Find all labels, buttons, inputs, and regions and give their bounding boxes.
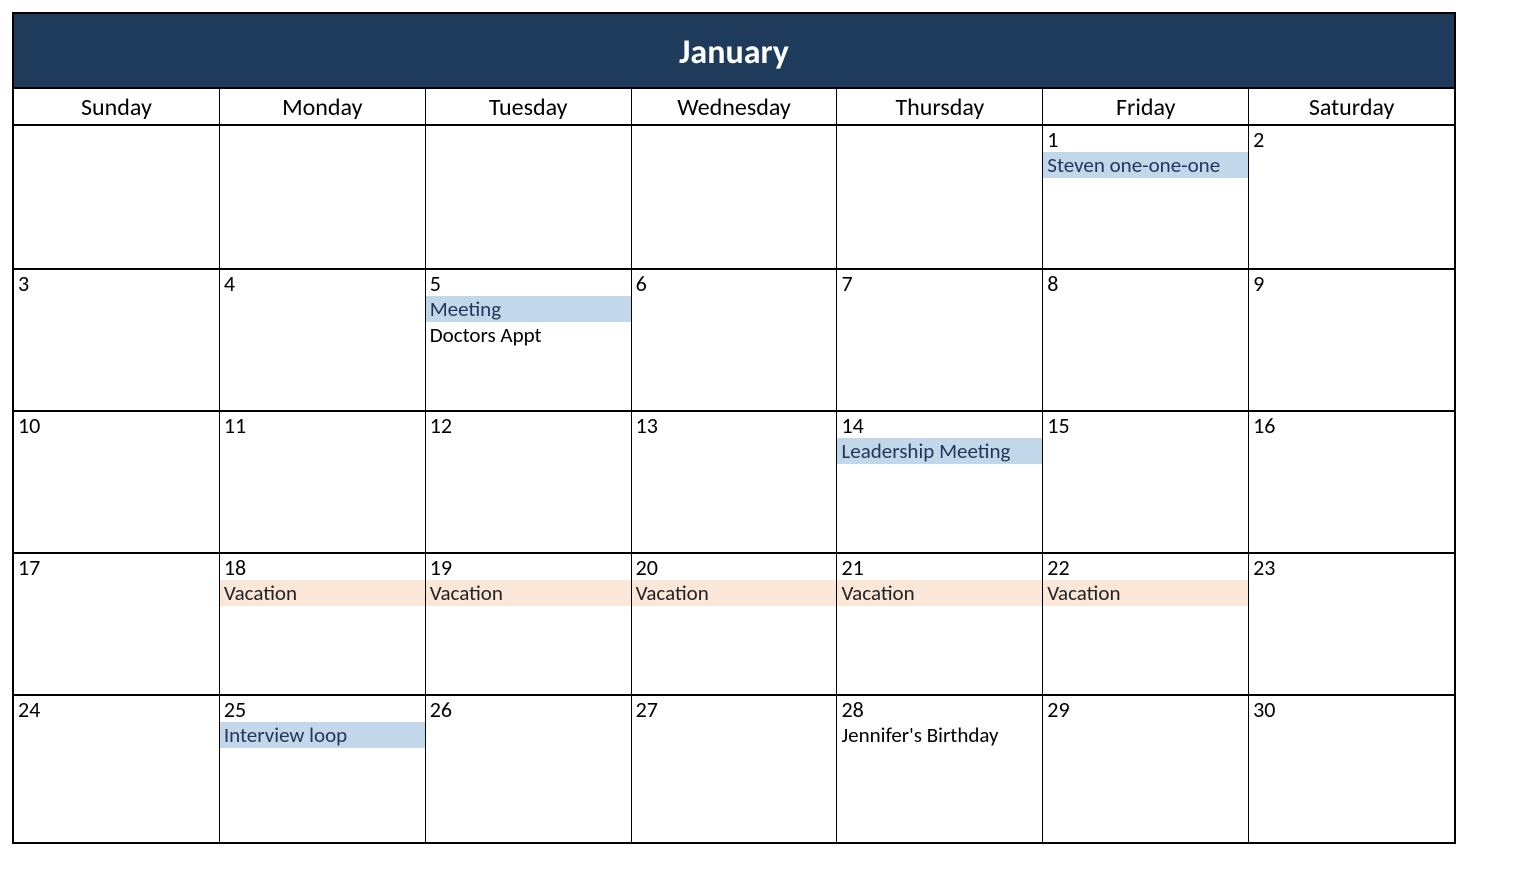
day-number: 9 [1249,270,1454,296]
day-cell[interactable]: 25Interview loop [220,696,426,842]
day-number: 1 [1043,126,1248,152]
week-row: 1718Vacation19Vacation20Vacation21Vacati… [14,554,1454,696]
day-number: 26 [426,696,631,722]
day-cell[interactable]: 19Vacation [426,554,632,694]
day-cell[interactable]: 3 [14,270,220,410]
day-cell[interactable]: 16 [1249,412,1454,552]
weekday-header: Sunday [14,89,220,124]
day-cell[interactable]: 10 [14,412,220,552]
calendar-event[interactable]: Vacation [220,580,425,606]
day-number: 8 [1043,270,1248,296]
day-cell[interactable]: 2 [1249,126,1454,268]
day-number [426,126,631,128]
day-cell[interactable]: 29 [1043,696,1249,842]
day-number [632,126,837,128]
day-cell[interactable]: 22Vacation [1043,554,1249,694]
calendar-body: 1Steven one-one-one2345MeetingDoctors Ap… [14,126,1454,842]
day-cell[interactable]: 8 [1043,270,1249,410]
day-number: 20 [632,554,837,580]
day-number: 16 [1249,412,1454,438]
day-cell[interactable] [14,126,220,268]
day-number: 3 [14,270,219,296]
day-number [220,126,425,128]
day-number: 27 [632,696,837,722]
weekday-header: Friday [1043,89,1249,124]
weekday-header: Tuesday [426,89,632,124]
day-cell[interactable] [426,126,632,268]
day-cell[interactable]: 27 [632,696,838,842]
day-number: 25 [220,696,425,722]
calendar-event[interactable]: Vacation [426,580,631,606]
day-cell[interactable]: 23 [1249,554,1454,694]
day-cell[interactable]: 7 [837,270,1043,410]
weekday-header: Wednesday [632,89,838,124]
calendar-event[interactable]: Leadership Meeting [837,438,1042,464]
day-number: 22 [1043,554,1248,580]
day-cell[interactable]: 13 [632,412,838,552]
day-cell[interactable] [837,126,1043,268]
day-cell[interactable]: 5MeetingDoctors Appt [426,270,632,410]
day-cell[interactable]: 18Vacation [220,554,426,694]
week-row: 2425Interview loop262728Jennifer's Birth… [14,696,1454,842]
day-number: 15 [1043,412,1248,438]
calendar: January Sunday Monday Tuesday Wednesday … [12,12,1456,844]
day-cell[interactable]: 21Vacation [837,554,1043,694]
day-cell[interactable]: 4 [220,270,426,410]
day-number: 13 [632,412,837,438]
day-number: 30 [1249,696,1454,722]
day-cell[interactable]: 30 [1249,696,1454,842]
week-row: 1011121314Leadership Meeting1516 [14,412,1454,554]
day-cell[interactable] [632,126,838,268]
day-number: 12 [426,412,631,438]
week-row: 345MeetingDoctors Appt6789 [14,270,1454,412]
month-title: January [14,14,1454,89]
calendar-event[interactable]: Meeting [426,296,631,322]
day-cell[interactable]: 9 [1249,270,1454,410]
calendar-event[interactable]: Jennifer's Birthday [837,722,1042,748]
calendar-event[interactable]: Vacation [837,580,1042,606]
day-number: 7 [837,270,1042,296]
day-cell[interactable] [220,126,426,268]
weekday-header-row: Sunday Monday Tuesday Wednesday Thursday… [14,89,1454,126]
calendar-event[interactable]: Doctors Appt [426,322,631,348]
day-number: 11 [220,412,425,438]
day-cell[interactable]: 24 [14,696,220,842]
day-cell[interactable]: 6 [632,270,838,410]
day-cell[interactable]: 12 [426,412,632,552]
day-number: 28 [837,696,1042,722]
weekday-header: Monday [220,89,426,124]
calendar-event[interactable]: Vacation [1043,580,1248,606]
day-number: 6 [632,270,837,296]
day-cell[interactable]: 17 [14,554,220,694]
day-cell[interactable]: 14Leadership Meeting [837,412,1043,552]
day-number: 29 [1043,696,1248,722]
day-number [14,126,219,128]
day-number: 18 [220,554,425,580]
day-number: 17 [14,554,219,580]
day-number: 4 [220,270,425,296]
day-cell[interactable]: 15 [1043,412,1249,552]
day-cell[interactable]: 1Steven one-one-one [1043,126,1249,268]
calendar-event[interactable]: Interview loop [220,722,425,748]
day-number: 14 [837,412,1042,438]
calendar-event[interactable]: Steven one-one-one [1043,152,1248,178]
day-cell[interactable]: 26 [426,696,632,842]
day-number: 2 [1249,126,1454,152]
day-number: 21 [837,554,1042,580]
calendar-event[interactable]: Vacation [632,580,837,606]
day-number: 19 [426,554,631,580]
weekday-header: Thursday [837,89,1043,124]
day-cell[interactable]: 28Jennifer's Birthday [837,696,1043,842]
day-number: 23 [1249,554,1454,580]
week-row: 1Steven one-one-one2 [14,126,1454,270]
day-number: 10 [14,412,219,438]
day-cell[interactable]: 20Vacation [632,554,838,694]
day-number: 24 [14,696,219,722]
weekday-header: Saturday [1249,89,1454,124]
day-number: 5 [426,270,631,296]
day-cell[interactable]: 11 [220,412,426,552]
day-number [837,126,1042,128]
